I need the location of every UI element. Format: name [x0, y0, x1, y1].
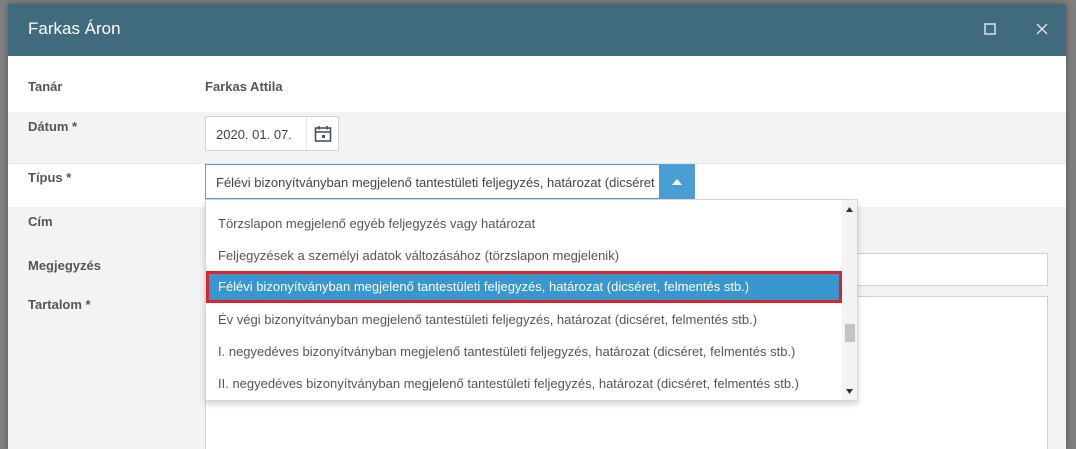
content-label: Tartalom *: [28, 297, 91, 312]
dropdown-option[interactable]: I. negyedéves bizonyítványban megjelenő …: [206, 336, 842, 368]
type-label: Típus *: [28, 170, 72, 185]
date-divider: [306, 117, 307, 150]
note-label: Megjegyzés: [28, 258, 101, 273]
close-button[interactable]: [1030, 17, 1054, 41]
dropdown-option-selected[interactable]: Félévi bizonyítványban megjelenő tantest…: [206, 271, 842, 303]
date-value: 2020. 01. 07.: [216, 127, 292, 142]
scroll-down-icon[interactable]: [845, 387, 854, 396]
title-label: Cím: [28, 214, 53, 229]
dropdown-option[interactable]: Törzslapon megjelenő egyéb feljegyzés va…: [206, 208, 842, 240]
type-select-value: Félévi bizonyítványban megjelenő tantest…: [216, 175, 656, 190]
close-icon: [1036, 23, 1048, 35]
date-label: Dátum *: [28, 119, 78, 134]
type-dropdown-list: Törzslapon megjelenő egyéb feljegyzés va…: [205, 199, 858, 401]
scrollbar-thumb[interactable]: [845, 324, 855, 342]
caret-up-icon: [671, 178, 682, 185]
dialog-titlebar: Farkas Áron: [8, 4, 1066, 56]
dialog-title: Farkas Áron: [28, 19, 121, 38]
calendar-icon: [314, 126, 332, 142]
type-select[interactable]: Félévi bizonyítványban megjelenő tantest…: [205, 164, 695, 199]
type-select-toggle[interactable]: [659, 165, 694, 198]
note-dialog: Farkas Áron Tanár Farkas Attila Dátum * …: [8, 4, 1066, 449]
date-row: Dátum *: [8, 112, 1066, 164]
date-input[interactable]: 2020. 01. 07.: [205, 116, 339, 151]
dropdown-option[interactable]: Év végi bizonyítványban megjelenő tantes…: [206, 304, 842, 336]
dropdown-option[interactable]: Feljegyzések a személyi adatok változásá…: [206, 240, 842, 272]
teacher-value: Farkas Attila: [205, 79, 283, 94]
teacher-label: Tanár: [28, 79, 63, 94]
dropdown-scrollbar[interactable]: [842, 200, 857, 400]
dropdown-option[interactable]: II. negyedéves bizonyítványban megjelenő…: [206, 368, 842, 400]
scroll-up-icon[interactable]: [845, 205, 854, 214]
maximize-icon: [984, 23, 996, 35]
maximize-button[interactable]: [978, 17, 1002, 41]
teacher-row: Tanár Farkas Attila: [8, 56, 1066, 113]
calendar-button[interactable]: [314, 125, 332, 143]
